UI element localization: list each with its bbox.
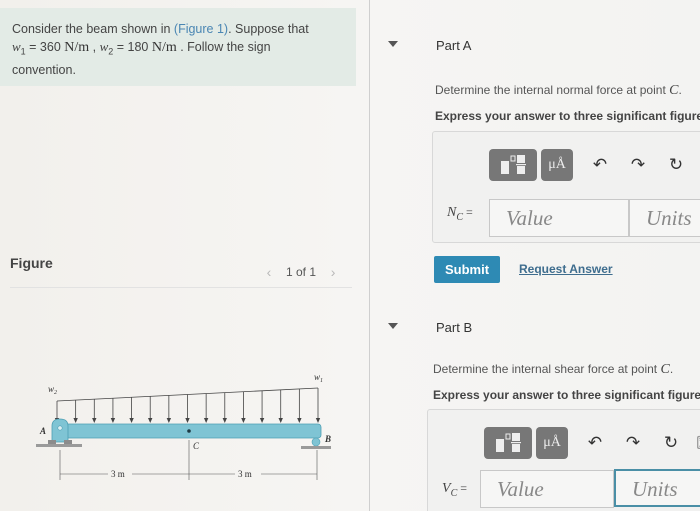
w2-unit: N/m <box>151 40 177 55</box>
load-arrow-head <box>148 418 153 423</box>
next-figure-button[interactable]: › <box>322 261 344 283</box>
part-b-point: C <box>660 362 670 377</box>
sep: , <box>89 40 100 54</box>
part-a-variable-label: NC = <box>447 205 473 223</box>
load-arrow-head <box>222 418 227 423</box>
problem-intro: Consider the beam shown in <box>12 22 174 36</box>
problem-statement: Consider the beam shown in (Figure 1). S… <box>0 8 356 86</box>
problem-after-link: . Suppose that <box>228 22 309 36</box>
load-arrows <box>54 388 321 423</box>
part-a-collapse-icon[interactable] <box>388 41 398 47</box>
reset-icon[interactable]: ↻ <box>661 150 691 180</box>
part-b-question: Determine the internal shear force at po… <box>433 362 673 378</box>
part-a-value-input[interactable]: Value <box>489 199 629 237</box>
templates-icon <box>496 433 521 452</box>
part-a-question-end: . <box>678 83 682 97</box>
load-arrow-head <box>110 418 116 423</box>
part-a-question: Determine the internal normal force at p… <box>435 83 682 99</box>
w1-symbol: w <box>12 39 21 54</box>
load-arrow-head <box>315 418 321 423</box>
part-a-toolbar: μÅ ↶ ↷ ↻ <box>489 149 691 181</box>
load-arrow-head <box>92 418 97 423</box>
part-a-answer-box: μÅ ↶ ↷ ↻ NC = Value Units <box>432 131 700 243</box>
undo-icon[interactable]: ↶ <box>585 150 615 180</box>
problem-tail: . Follow the sign <box>176 40 271 54</box>
dim-label-right: 3 m <box>238 469 252 479</box>
load-arrow-head <box>203 418 209 423</box>
label-a: A <box>39 426 46 436</box>
part-a-templates-button[interactable] <box>489 149 537 181</box>
load-arrow-head <box>129 418 134 423</box>
figure-link[interactable]: (Figure 1) <box>174 22 228 36</box>
part-b-question-text: Determine the internal shear force at po… <box>433 362 661 376</box>
undo-icon[interactable]: ↶ <box>580 428 610 458</box>
part-a-eq: = <box>463 205 473 219</box>
part-a-units-input[interactable]: Units <box>629 199 700 237</box>
part-b-value-input[interactable]: Value <box>480 470 614 508</box>
part-b-answer-box: μÅ ↶ ↷ ↻ ⌨ VC = Value Units <box>427 409 700 511</box>
right-panel: Part A Determine the internal normal for… <box>370 0 700 511</box>
keyboard-icon[interactable]: ⌨ <box>694 428 700 458</box>
figure-pager: ‹ 1 of 1 › <box>258 261 344 283</box>
part-a-var-sub: C <box>456 211 464 223</box>
load-arrow-head <box>166 418 172 423</box>
part-b-instruction: Express your answer to three significant… <box>433 388 700 402</box>
w1-unit: N/m <box>64 40 90 55</box>
figure-heading: Figure <box>10 255 53 271</box>
part-a-question-text: Determine the internal normal force at p… <box>435 83 670 97</box>
load-arrow-head <box>185 418 190 423</box>
point-c-marker <box>187 429 191 433</box>
templates-icon <box>501 155 526 174</box>
part-b-variable-label: VC = <box>442 481 467 499</box>
part-b-units-input[interactable]: Units <box>614 469 700 507</box>
label-w1: w1 <box>314 372 323 384</box>
redo-icon[interactable]: ↷ <box>623 150 653 180</box>
label-w2: w2 <box>48 384 57 396</box>
prev-figure-button[interactable]: ‹ <box>258 261 280 283</box>
part-a-var: N <box>447 205 457 220</box>
part-a-instruction: Express your answer to three significant… <box>435 109 700 123</box>
part-b-question-end: . <box>669 362 674 376</box>
label-b: B <box>324 434 331 444</box>
beam-figure: w2 w1 A B C 3 m 3 m <box>36 372 331 480</box>
part-a-title[interactable]: Part A <box>436 38 471 53</box>
pager-text: 1 of 1 <box>286 265 317 279</box>
part-b-title[interactable]: Part B <box>436 320 472 335</box>
part-b-toolbar: μÅ ↶ ↷ ↻ ⌨ <box>484 427 700 459</box>
part-b-templates-button[interactable] <box>484 427 532 459</box>
w2-eq: = 180 <box>113 40 152 54</box>
part-a-units-button[interactable]: μÅ <box>541 149 573 181</box>
part-a-submit-button[interactable]: Submit <box>434 256 500 283</box>
load-arrow-head <box>297 418 302 423</box>
left-panel: Consider the beam shown in (Figure 1). S… <box>0 0 369 511</box>
label-c: C <box>193 441 200 451</box>
part-b-eq: = <box>457 481 468 495</box>
problem-tail2: convention. <box>12 62 76 77</box>
reset-icon[interactable]: ↻ <box>656 428 686 458</box>
part-b-units-button[interactable]: μÅ <box>536 427 568 459</box>
load-arrow-head <box>259 418 265 423</box>
part-a-request-answer-link[interactable]: Request Answer <box>519 262 613 276</box>
part-b-collapse-icon[interactable] <box>388 323 398 329</box>
figure-divider <box>10 287 352 288</box>
redo-icon[interactable]: ↷ <box>618 428 648 458</box>
load-arrow-head <box>73 418 78 423</box>
load-arrow-head <box>278 418 283 423</box>
page: Consider the beam shown in (Figure 1). S… <box>0 0 700 511</box>
load-arrow-head <box>241 418 246 423</box>
w1-eq: = 360 <box>25 40 65 54</box>
dim-label-left: 3 m <box>111 469 125 479</box>
part-b-var: V <box>442 481 451 496</box>
w2-symbol: w <box>99 39 109 54</box>
